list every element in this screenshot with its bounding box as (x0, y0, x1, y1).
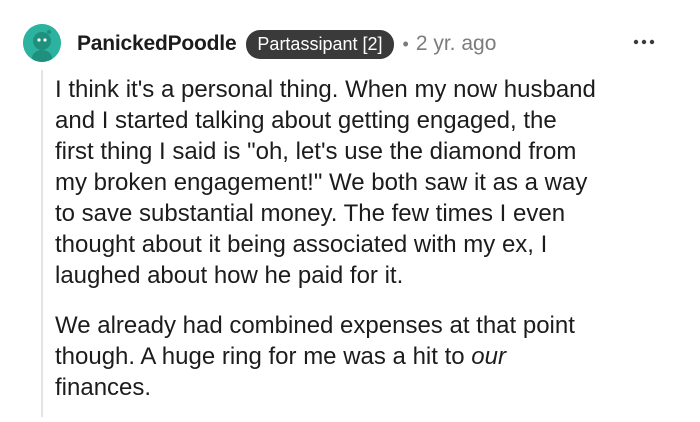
text-line: thought about it being associated with m… (55, 231, 548, 258)
comment-paragraph-1: I think it's a personal thing. When my n… (55, 74, 675, 291)
user-flair-badge: Partassipant [2] (246, 29, 394, 59)
text-line: my broken engagement!" We both saw it as… (55, 169, 588, 196)
emphasis-text: our (471, 343, 506, 370)
username-link[interactable]: PanickedPoodle (77, 32, 237, 56)
text-line: I think it's a personal thing. When my n… (55, 76, 596, 103)
text-line: first thing I said is "oh, let's use the… (55, 138, 577, 165)
comment-header: PanickedPoodle Partassipant [2] • 2 yr. … (77, 26, 496, 62)
text-line: finances. (55, 374, 152, 401)
text-segment: though. A huge ring for me was a hit to (55, 343, 472, 370)
comment-paragraph-2: We already had combined expenses at that… (55, 310, 675, 403)
more-options-icon[interactable] (632, 30, 656, 54)
snoo-avatar-icon[interactable] (23, 24, 61, 62)
text-line: though. A huge ring for me was a hit to … (55, 341, 675, 372)
text-line: to save substantial money. The few times… (55, 200, 566, 227)
separator-dot: • (402, 33, 409, 54)
text-line: laughed about how he paid for it. (55, 262, 404, 289)
text-line: and I started talking about getting enga… (55, 107, 557, 134)
timestamp[interactable]: 2 yr. ago (416, 32, 497, 56)
thread-line[interactable] (41, 70, 43, 417)
text-line: We already had combined expenses at that… (55, 312, 575, 339)
comment: PanickedPoodle Partassipant [2] • 2 yr. … (0, 0, 700, 417)
comment-body: I think it's a personal thing. When my n… (55, 74, 675, 422)
